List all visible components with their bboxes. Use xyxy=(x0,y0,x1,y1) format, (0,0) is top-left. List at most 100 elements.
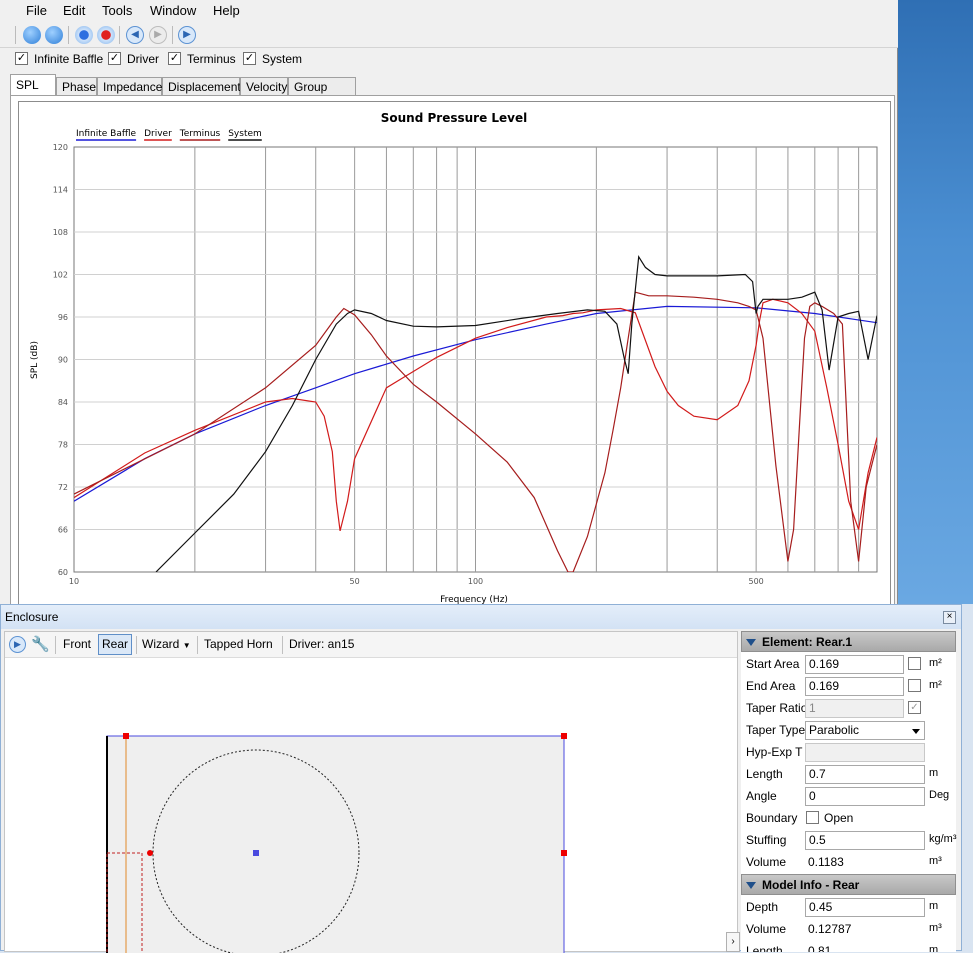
driver-edge-handle[interactable] xyxy=(147,850,153,856)
toolbar-separator xyxy=(197,636,198,654)
play-icon[interactable]: ▶ xyxy=(9,636,26,653)
boundary-row: Boundary Open xyxy=(741,807,956,829)
chart-frame: Sound Pressure Level Infinite Baffle Driv… xyxy=(18,101,891,606)
terminus-label: Terminus xyxy=(187,52,236,66)
end-area-checkbox[interactable] xyxy=(908,679,921,692)
start-area-unit: m² xyxy=(929,657,942,669)
y-axis-label: SPL (dB) xyxy=(30,341,40,379)
forward-icon[interactable]: ▶ xyxy=(149,26,167,44)
model-depth-input[interactable]: 0.45 xyxy=(805,898,925,917)
driver-checkbox[interactable]: ✓ xyxy=(108,52,121,65)
rear-button[interactable]: Rear xyxy=(98,634,133,655)
y-tick-label: 96 xyxy=(58,313,68,322)
end-area-input[interactable]: 0.169 xyxy=(805,677,904,696)
model-depth-row: Depth 0.45 m xyxy=(741,896,956,918)
expand-panel-button[interactable]: › xyxy=(726,932,740,952)
enclosure-box[interactable] xyxy=(106,735,565,953)
enclosure-title: Enclosure xyxy=(5,610,59,624)
menu-window[interactable]: Window xyxy=(150,3,196,18)
series-line-system xyxy=(155,255,877,572)
length-row: Length 0.7 m xyxy=(741,763,956,785)
menu-tools[interactable]: Tools xyxy=(102,3,132,18)
boundary-open-checkbox[interactable] xyxy=(806,811,819,824)
boundary-open-label: Open xyxy=(824,811,854,825)
play-icon[interactable]: ▶ xyxy=(178,26,196,44)
end-area-row: End Area 0.169 m² xyxy=(741,675,956,697)
menu-help[interactable]: Help xyxy=(213,3,240,18)
resize-handle[interactable] xyxy=(561,850,567,856)
angle-input[interactable]: 0 xyxy=(805,787,925,806)
y-tick-label: 90 xyxy=(58,356,68,365)
close-icon[interactable]: × xyxy=(943,611,956,624)
enclosure-canvas-pane: ▶ 🔧 Front Rear Wizard ▼ Tapped Horn Driv… xyxy=(4,631,740,953)
tab-velocity[interactable]: Velocity xyxy=(240,77,288,96)
tab-displacement[interactable]: Displacement xyxy=(162,77,241,96)
tab-group-delay[interactable]: Group Delay xyxy=(288,77,356,108)
resize-handle[interactable] xyxy=(561,733,567,739)
taper-ratio-row: Taper Ratio 1 ✓ xyxy=(741,697,956,719)
spl-chart: Sound Pressure Level Infinite Baffle Driv… xyxy=(30,111,878,605)
model-length-row: Length 0.81 m xyxy=(741,940,956,952)
y-tick-label: 120 xyxy=(53,143,68,152)
enclosure-title-bar: Enclosure × xyxy=(1,605,961,629)
taper-ratio-checkbox[interactable]: ✓ xyxy=(908,701,921,714)
tab-spl[interactable]: SPL xyxy=(10,74,56,97)
hyp-exp-row: Hyp-Exp T xyxy=(741,741,956,763)
element-header-label: Element: Rear.1 xyxy=(762,635,853,649)
infinite-baffle-label: Infinite Baffle xyxy=(34,52,104,66)
start-area-label: Start Area xyxy=(746,657,800,671)
y-tick-label: 72 xyxy=(58,483,68,492)
taper-ratio-input[interactable]: 1 xyxy=(805,699,904,718)
toolbar-separator xyxy=(55,636,56,654)
length-input[interactable]: 0.7 xyxy=(805,765,925,784)
collapse-triangle-icon xyxy=(746,639,756,647)
model-volume-label: Volume xyxy=(746,922,787,936)
model-info-header[interactable]: Model Info - Rear xyxy=(741,874,956,895)
wrench-icon[interactable]: 🔧 xyxy=(31,635,50,653)
system-checkbox[interactable]: ✓ xyxy=(243,52,256,65)
start-area-input[interactable]: 0.169 xyxy=(805,655,904,674)
angle-unit: Deg xyxy=(929,789,950,801)
chevron-down-icon xyxy=(912,729,920,734)
new-icon[interactable] xyxy=(23,26,41,44)
toolbar-separator xyxy=(172,26,173,44)
open-icon[interactable] xyxy=(45,26,63,44)
terminus-checkbox[interactable]: ✓ xyxy=(168,52,181,65)
enclosure-window: Enclosure × ▶ 🔧 Front Rear Wizard ▼ Tapp… xyxy=(0,604,962,953)
tapped-horn-button[interactable]: Tapped Horn xyxy=(204,637,273,651)
volume-unit: m³ xyxy=(929,855,942,867)
main-window: File Edit Tools Window Help ◀ ▶ ▶ ✓ Infi… xyxy=(0,0,898,606)
volume-row: Volume 0.1183 m³ xyxy=(741,851,956,873)
record-red-icon[interactable] xyxy=(97,26,115,44)
toolbar-separator xyxy=(282,636,283,654)
back-icon[interactable]: ◀ xyxy=(126,26,144,44)
tab-impedance[interactable]: Impedance xyxy=(97,77,162,96)
angle-label: Angle xyxy=(746,789,777,803)
desktop-background xyxy=(898,0,973,604)
element-header[interactable]: Element: Rear.1 xyxy=(741,631,956,652)
y-tick-label: 66 xyxy=(58,526,68,535)
stuffing-label: Stuffing xyxy=(746,833,787,847)
toolbar-separator xyxy=(68,26,69,44)
stuffing-input[interactable]: 0.5 xyxy=(805,831,925,850)
menu-file[interactable]: File xyxy=(26,3,47,18)
y-tick-label: 60 xyxy=(58,568,68,577)
taper-type-select[interactable]: Parabolic xyxy=(805,721,925,740)
wizard-button[interactable]: Wizard ▼ xyxy=(142,637,191,651)
start-area-checkbox[interactable] xyxy=(908,657,921,670)
driver-center-handle[interactable] xyxy=(253,850,259,856)
infinite-baffle-checkbox[interactable]: ✓ xyxy=(15,52,28,65)
menu-edit[interactable]: Edit xyxy=(63,3,85,18)
x-tick-label: 100 xyxy=(468,577,483,586)
resize-handle[interactable] xyxy=(123,733,129,739)
model-volume-unit: m³ xyxy=(929,922,942,934)
taper-ratio-label: Taper Ratio xyxy=(746,701,808,715)
y-tick-label: 78 xyxy=(58,441,68,450)
record-blue-icon[interactable] xyxy=(75,26,93,44)
taper-type-label: Taper Type xyxy=(746,723,806,737)
collapse-triangle-icon xyxy=(746,882,756,890)
front-button[interactable]: Front xyxy=(63,637,91,651)
hyp-exp-input[interactable] xyxy=(805,743,925,762)
main-toolbar: ◀ ▶ ▶ xyxy=(0,22,898,48)
tab-phase[interactable]: Phase xyxy=(56,77,97,96)
